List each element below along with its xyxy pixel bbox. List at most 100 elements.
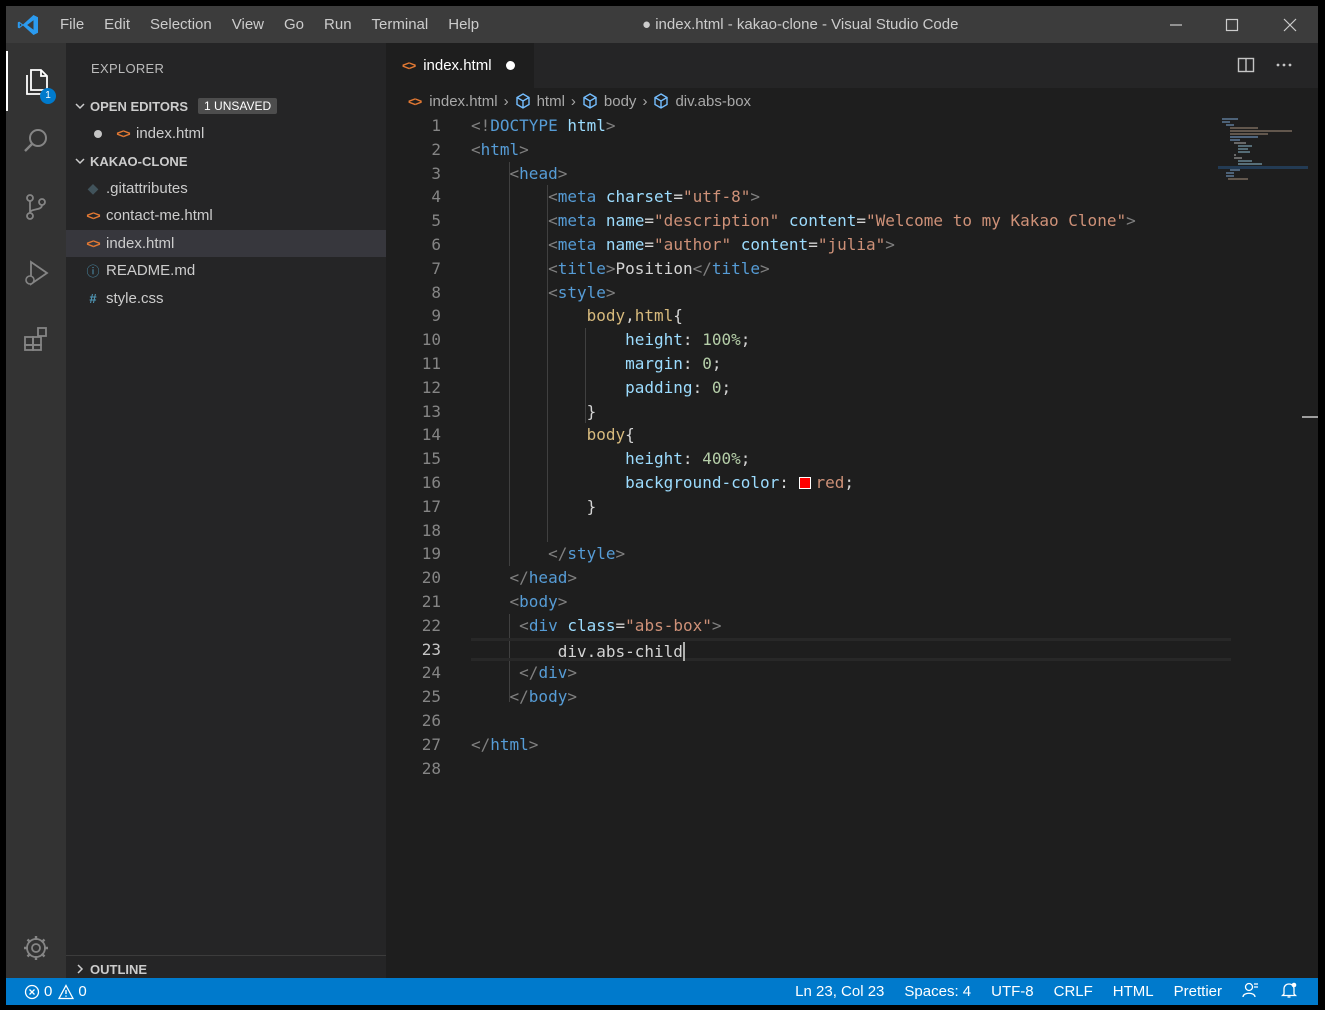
notifications-button[interactable]: [1280, 981, 1298, 1003]
open-editor-item[interactable]: <> index.html: [66, 120, 386, 147]
indentation[interactable]: Spaces: 4: [904, 983, 971, 1000]
line-number: 4: [431, 187, 441, 207]
code-line: <title>Position</title>: [548, 258, 770, 278]
minimize-icon: [1170, 23, 1182, 26]
activity-settings[interactable]: [6, 918, 66, 978]
menu-bar: File Edit Selection View Go Run Terminal…: [50, 6, 489, 43]
menu-selection[interactable]: Selection: [140, 6, 222, 43]
explorer-badge: 1: [40, 88, 56, 104]
extensions-icon: [24, 327, 47, 351]
activity-run-debug[interactable]: [6, 243, 66, 303]
code-editor[interactable]: 1 2 3 4 5 6 7 8 9 10 11 12 13 14 15 16 1…: [386, 114, 1318, 978]
file-label: .gitattributes: [106, 180, 188, 197]
code-line: }: [586, 496, 597, 516]
line-number: 26: [421, 710, 441, 730]
code-line: height: 100%;: [625, 330, 751, 350]
tab-index-html[interactable]: <> index.html: [386, 43, 534, 88]
code-line: height: 400%;: [625, 449, 751, 469]
close-button[interactable]: [1262, 6, 1318, 43]
open-editor-label: index.html: [136, 125, 205, 142]
feedback-button[interactable]: [1242, 981, 1260, 1003]
line-ending[interactable]: CRLF: [1054, 983, 1093, 1000]
file-item-style[interactable]: # style.css: [66, 285, 386, 312]
source-control-icon: [26, 194, 46, 220]
line-number: 24: [421, 663, 441, 683]
line-number: 19: [421, 544, 441, 564]
breadcrumb-file[interactable]: index.html: [429, 93, 497, 110]
menu-go[interactable]: Go: [274, 6, 314, 43]
color-swatch[interactable]: [798, 476, 811, 489]
tab-bar: <> index.html: [386, 43, 1318, 88]
element-cube-icon: [654, 93, 669, 109]
scrollbar-position-marker[interactable]: [1302, 416, 1318, 418]
warning-count: 0: [78, 983, 87, 1000]
line-number: 10: [421, 330, 441, 350]
breadcrumb-body[interactable]: body: [604, 93, 637, 110]
open-editors-header[interactable]: OPEN EDITORS 1 UNSAVED: [66, 93, 386, 119]
chevron-down-icon: [72, 153, 88, 169]
bell-icon: [1280, 982, 1298, 998]
status-bar: 0 0 Ln 23, Col 23 Spaces: 4 UTF-8 CRLF H…: [6, 978, 1318, 1005]
menu-file[interactable]: File: [50, 6, 94, 43]
minimize-button[interactable]: [1148, 6, 1204, 43]
kakao-clone-header[interactable]: KAKAO-CLONE: [66, 148, 386, 174]
cursor-position[interactable]: Ln 23, Col 23: [795, 983, 884, 1000]
code-line-current: div.abs-child: [471, 637, 1231, 662]
more-actions-icon: [1276, 63, 1292, 67]
more-actions-button[interactable]: [1274, 55, 1294, 75]
formatter[interactable]: Prettier: [1174, 983, 1222, 1000]
maximize-button[interactable]: [1204, 6, 1260, 43]
unsaved-dot-icon[interactable]: [505, 61, 515, 70]
project-label: KAKAO-CLONE: [90, 153, 188, 169]
file-label: index.html: [106, 235, 175, 252]
settings-gear-icon: [24, 936, 48, 960]
chevron-right-icon: ›: [642, 92, 648, 110]
minimap[interactable]: [1218, 114, 1308, 184]
menu-view[interactable]: View: [222, 6, 274, 43]
breadcrumb-div[interactable]: div.abs-box: [675, 93, 751, 110]
line-number: 15: [421, 449, 441, 469]
explorer-sidebar: EXPLORER OPEN EDITORS 1 UNSAVED <> index…: [66, 43, 386, 978]
chevron-right-icon: [72, 961, 88, 977]
outline-section: OUTLINE: [66, 955, 386, 978]
html-file-icon: <>: [408, 93, 422, 109]
code-line: }: [586, 401, 597, 421]
problems-indicator[interactable]: 0 0: [24, 978, 87, 1005]
breadcrumb-html[interactable]: html: [537, 93, 565, 110]
activity-search[interactable]: [6, 111, 66, 171]
tab-label: index.html: [423, 57, 492, 74]
code-line: <meta name="author" content="julia">: [548, 234, 895, 254]
search-icon: [24, 129, 47, 152]
file-item-gitattributes[interactable]: ◆ .gitattributes: [66, 175, 386, 202]
activity-explorer[interactable]: 1: [6, 51, 66, 111]
split-editor-button[interactable]: [1236, 55, 1256, 75]
element-cube-icon: [583, 93, 597, 109]
code-line: <body>: [509, 591, 568, 611]
file-item-index[interactable]: <> index.html: [66, 230, 386, 257]
activity-source-control[interactable]: [6, 177, 66, 237]
code-content[interactable]: <!DOCTYPE html> <html> <head> <meta char…: [471, 114, 1231, 780]
language-mode[interactable]: HTML: [1113, 983, 1154, 1000]
html-file-icon: <>: [402, 58, 416, 73]
menu-run[interactable]: Run: [314, 6, 362, 43]
activity-extensions[interactable]: [6, 309, 66, 369]
line-number: 11: [421, 353, 441, 373]
encoding[interactable]: UTF-8: [991, 983, 1034, 1000]
file-item-readme[interactable]: ⓘ README.md: [66, 257, 386, 284]
text-cursor: [682, 641, 685, 661]
maximize-icon: [1225, 18, 1239, 31]
menu-terminal[interactable]: Terminal: [362, 6, 439, 43]
line-number: 22: [421, 615, 441, 635]
vscode-logo-icon: [17, 15, 38, 35]
menu-help[interactable]: Help: [438, 6, 489, 43]
line-number: 21: [421, 591, 441, 611]
file-item-contact-me[interactable]: <> contact-me.html: [66, 202, 386, 229]
file-label: README.md: [106, 262, 196, 279]
code-line: padding: 0;: [625, 377, 732, 397]
line-number: 1: [431, 116, 441, 135]
menu-edit[interactable]: Edit: [94, 6, 140, 43]
line-number: 3: [431, 163, 441, 183]
file-label: contact-me.html: [106, 207, 213, 224]
